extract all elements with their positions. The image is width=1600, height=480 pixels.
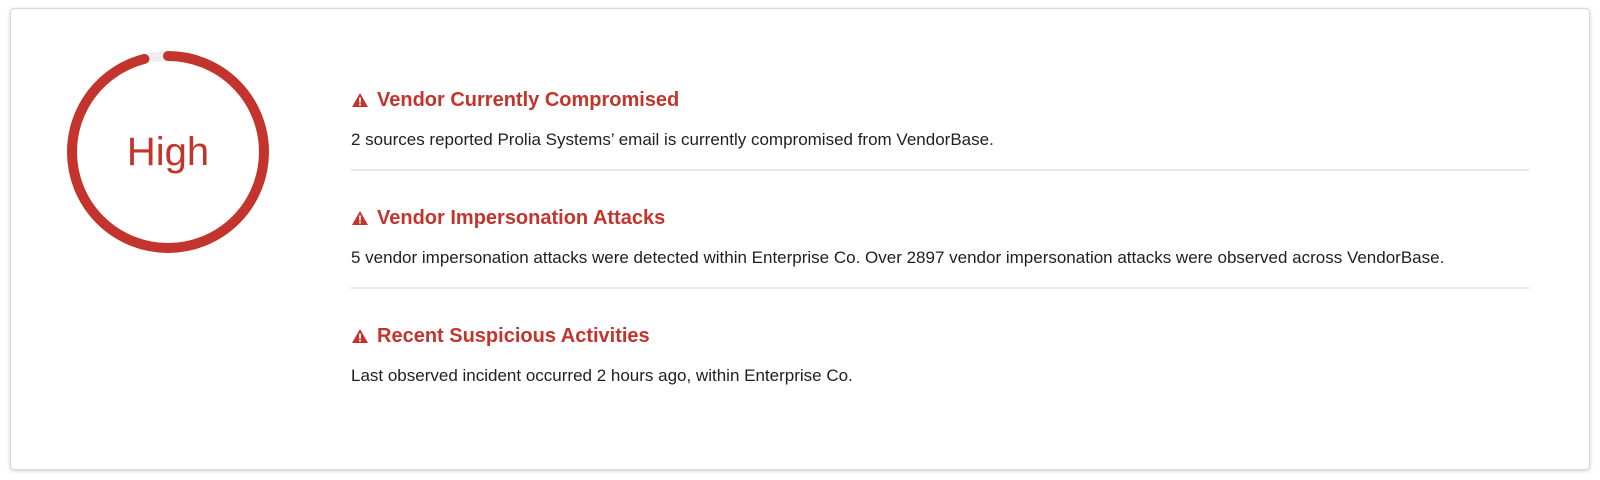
finding-description: Last observed incident occurred 2 hours … [351,366,853,385]
risk-summary-card: High Vendor Currently Compromised 2 sour… [10,8,1590,470]
finding-title-row: Recent Suspicious Activities [351,323,1529,349]
findings-list: Vendor Currently Compromised 2 sources r… [351,79,1529,405]
finding-title: Vendor Currently Compromised [377,88,680,111]
warning-icon [352,329,368,343]
finding-item: Recent Suspicious Activities Last observ… [351,289,1529,405]
finding-item: Vendor Currently Compromised 2 sources r… [351,87,1529,171]
finding-title: Recent Suspicious Activities [377,324,650,347]
finding-title-row: Vendor Impersonation Attacks [351,205,1529,231]
finding-description: 2 sources reported Prolia Systems’ email… [351,130,994,149]
warning-icon [352,211,368,225]
risk-gauge: High [63,47,273,257]
finding-title-row: Vendor Currently Compromised [351,87,1529,113]
finding-description: 5 vendor impersonation attacks were dete… [351,248,1445,267]
finding-title: Vendor Impersonation Attacks [377,206,666,229]
finding-item: Vendor Impersonation Attacks 5 vendor im… [351,171,1529,289]
warning-icon [352,93,368,107]
risk-level-label: High [127,130,209,174]
risk-gauge-ring: High [67,51,269,253]
